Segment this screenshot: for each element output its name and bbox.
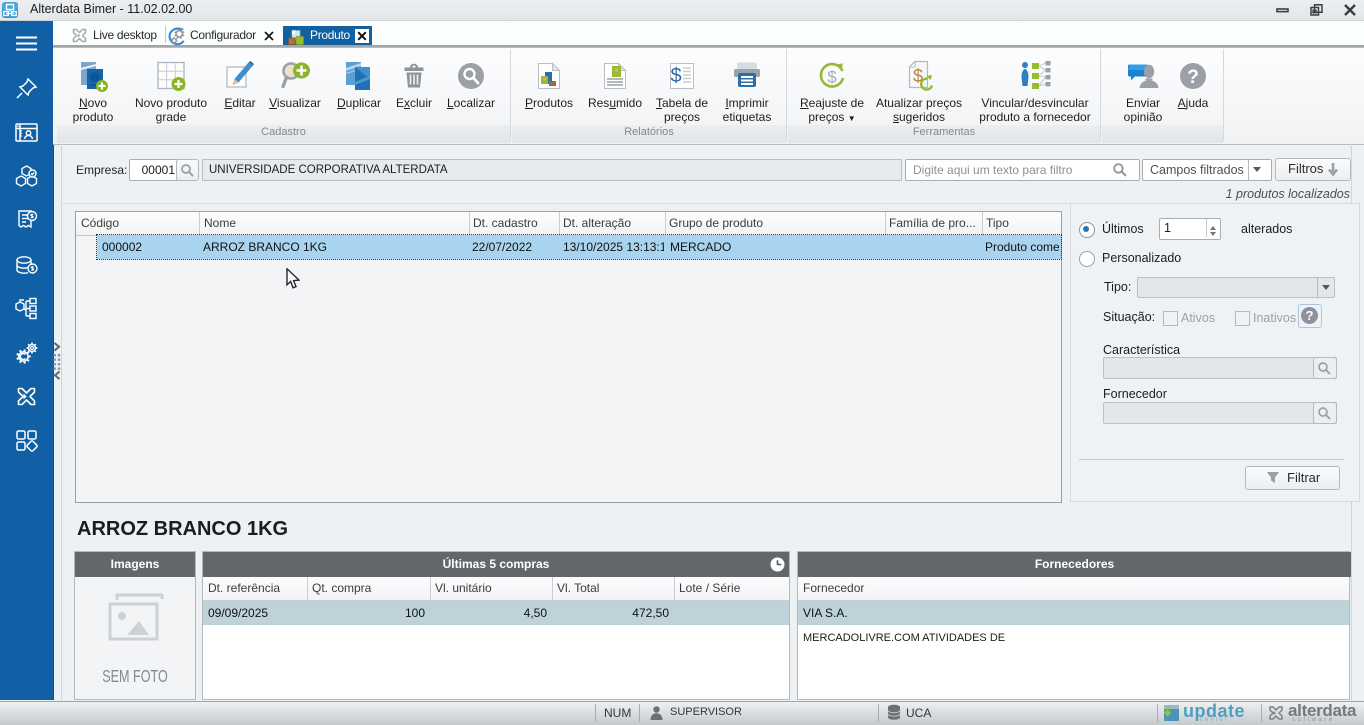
svg-text:$: $ xyxy=(670,65,681,87)
svg-text:?: ? xyxy=(1187,67,1199,88)
svg-text:$: $ xyxy=(827,68,837,87)
